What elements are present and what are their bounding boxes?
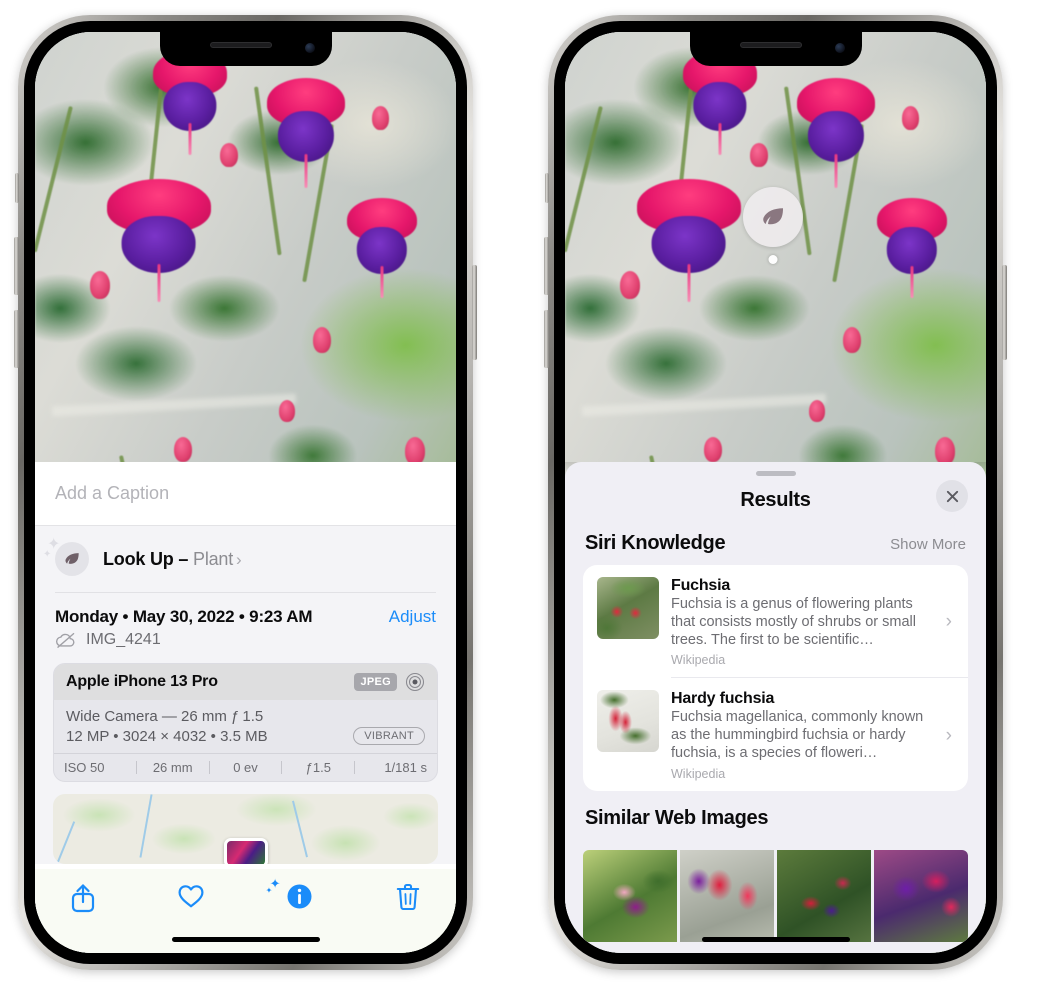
adjust-button[interactable]: Adjust (389, 607, 436, 627)
notch (159, 32, 332, 66)
hardy-fuchsia-branch-thumb (597, 690, 659, 753)
siri-knowledge-header: Siri Knowledge Show More (565, 524, 986, 565)
map-photo-pin[interactable] (223, 838, 268, 864)
notch (689, 32, 862, 66)
device-bezel: Add a Caption ✦ ✦ Look Up – Plant › Mond… (24, 21, 467, 964)
image-size-info: 12 MP • 3024 × 4032 • 3.5 MB (66, 727, 268, 745)
web-image-thumbnail[interactable] (680, 849, 774, 942)
knowledge-source: Wikipedia (671, 766, 726, 781)
exif-card[interactable]: Apple iPhone 13 Pro JPEG Wide Camera — 2… (53, 663, 438, 782)
mute-switch[interactable] (545, 173, 549, 203)
list-item[interactable]: Hardy fuchsia Fuchsia magellanica, commo… (583, 678, 968, 790)
similar-web-images-header: Similar Web Images (565, 791, 986, 840)
volume-up-button[interactable] (14, 237, 19, 295)
exif-body: Wide Camera — 26 mm ƒ 1.5 12 MP • 3024 ×… (54, 700, 437, 753)
aperture-icon[interactable] (405, 672, 425, 692)
look-up-prefix: Look Up – (103, 548, 194, 569)
heart-icon[interactable] (169, 883, 213, 909)
right-screen: Results Siri Knowledge Show More Fuchsia… (565, 32, 986, 953)
sparkle-small-icon: ✦ (265, 886, 273, 895)
photographic-style-badge: VIBRANT (353, 727, 425, 745)
iphone-right-device: Results Siri Knowledge Show More Fuchsia… (544, 15, 1007, 970)
front-camera-icon (834, 43, 845, 53)
capture-date-row: Monday • May 30, 2022 • 9:23 AM Adjust (35, 593, 456, 627)
exif-aperture: ƒ1.5 (305, 760, 331, 775)
file-format-badge: JPEG (354, 673, 397, 691)
visual-lookup-badge[interactable] (743, 187, 803, 264)
results-title: Results (740, 488, 811, 511)
lookup-block: ✦ ✦ Look Up – Plant › Monday • May 30, 2… (35, 526, 456, 864)
chevron-right-icon: › (236, 549, 242, 569)
knowledge-source: Wikipedia (671, 653, 726, 668)
results-sheet: Results Siri Knowledge Show More Fuchsia… (565, 462, 986, 953)
exif-focal-length: 26 mm (152, 760, 193, 775)
chevron-right-icon: › (945, 724, 952, 746)
screenshot-stage: Add a Caption ✦ ✦ Look Up – Plant › Mond… (0, 0, 1055, 985)
iphone-left-device: Add a Caption ✦ ✦ Look Up – Plant › Mond… (14, 15, 477, 970)
power-button[interactable] (1002, 265, 1007, 360)
sparkle-small-icon: ✦ (43, 549, 52, 560)
look-up-subject: Plant (193, 548, 234, 569)
badge-anchor-dot (768, 255, 778, 264)
siri-knowledge-card: Fuchsia Fuchsia is a genus of flowering … (583, 565, 968, 791)
knowledge-description: Fuchsia is a genus of flowering plants t… (671, 596, 916, 648)
exif-header: Apple iPhone 13 Pro JPEG (54, 664, 437, 700)
exif-shutter-speed: 1/181 s (384, 760, 427, 775)
filename-row: IMG_4241 (35, 627, 456, 663)
location-map[interactable] (53, 794, 438, 864)
fuchsia-red-flowers-thumb (597, 577, 659, 639)
look-up-plant-row[interactable]: ✦ ✦ Look Up – Plant › (35, 526, 456, 592)
filename: IMG_4241 (86, 631, 161, 648)
volume-up-button[interactable] (544, 237, 549, 295)
device-bezel: Results Siri Knowledge Show More Fuchsia… (554, 21, 997, 964)
caption-field-row[interactable]: Add a Caption (35, 462, 456, 526)
volume-down-button[interactable] (544, 310, 549, 368)
leaf-icon (743, 187, 803, 247)
share-icon[interactable] (61, 883, 105, 913)
show-more-button[interactable]: Show More (890, 536, 966, 553)
home-indicator[interactable] (701, 937, 850, 942)
earpiece-speaker (739, 42, 802, 48)
similar-web-images-strip[interactable] (565, 849, 986, 942)
look-up-label: Look Up – Plant › (103, 549, 242, 570)
siri-knowledge-title: Siri Knowledge (585, 532, 726, 554)
close-icon[interactable] (936, 480, 968, 512)
left-screen: Add a Caption ✦ ✦ Look Up – Plant › Mond… (35, 32, 456, 953)
caption-placeholder: Add a Caption (55, 483, 170, 503)
camera-device-name: Apple iPhone 13 Pro (66, 673, 218, 690)
knowledge-title: Fuchsia (671, 577, 731, 594)
leaf-icon: ✦ ✦ (43, 537, 89, 576)
exif-exposure-bias: 0 ev (233, 760, 258, 775)
mute-switch[interactable] (15, 173, 19, 203)
info-icon[interactable]: ✦ ✦ (266, 877, 322, 910)
web-image-thumbnail[interactable] (777, 849, 871, 942)
earpiece-speaker (209, 42, 272, 48)
power-button[interactable] (472, 265, 477, 360)
chevron-right-icon: › (945, 611, 952, 633)
similar-web-images-title: Similar Web Images (585, 806, 769, 829)
results-header: Results (565, 476, 986, 524)
exif-stats-row: ISO 50 26 mm 0 ev ƒ1.5 1/181 s (54, 753, 437, 781)
volume-down-button[interactable] (14, 310, 19, 368)
list-item[interactable]: Fuchsia Fuchsia is a genus of flowering … (583, 565, 968, 677)
front-camera-icon (304, 43, 315, 53)
no-cloud-icon (55, 631, 77, 649)
capture-date: Monday • May 30, 2022 • 9:23 AM (55, 607, 313, 626)
exif-iso: ISO 50 (64, 760, 105, 775)
knowledge-title: Hardy fuchsia (671, 690, 775, 708)
web-image-thumbnail[interactable] (874, 849, 968, 942)
knowledge-description: Fuchsia magellanica, commonly known as t… (671, 709, 924, 762)
home-indicator[interactable] (171, 937, 320, 942)
lens-info: Wide Camera — 26 mm ƒ 1.5 (66, 708, 264, 725)
trash-icon[interactable] (386, 883, 430, 911)
web-image-thumbnail[interactable] (583, 849, 677, 942)
